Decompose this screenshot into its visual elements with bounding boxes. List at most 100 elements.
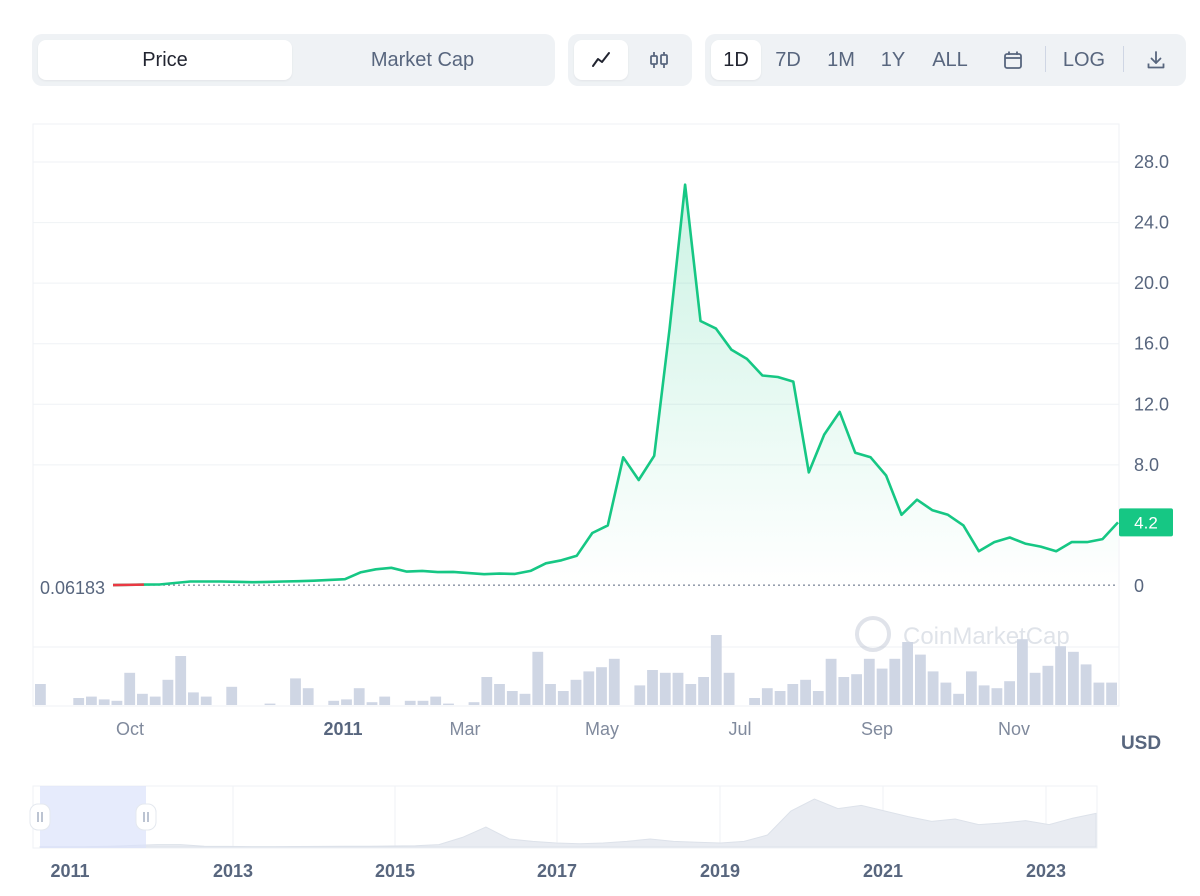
volume-bar: [557, 691, 569, 705]
watermark: CoinMarketCap: [855, 616, 1070, 652]
x-tick-label: May: [585, 719, 619, 739]
volume-bar: [162, 679, 174, 705]
navigator-x-tick-label: 2023: [1026, 861, 1066, 881]
navigator-handle-left[interactable]: [29, 803, 51, 831]
volume-bar: [915, 654, 926, 705]
volume-bar: [774, 691, 786, 705]
volume-bar: [506, 691, 518, 705]
x-tick-label: Oct: [116, 719, 144, 739]
volume-bar: [353, 688, 365, 705]
volume-bar: [761, 688, 773, 705]
navigator-x-tick-label: 2013: [213, 861, 253, 881]
volume-bar: [1029, 672, 1041, 705]
volume-bar: [98, 699, 110, 705]
x-tick-label: Nov: [998, 719, 1030, 739]
volume-bar: [175, 656, 187, 705]
volume-bar: [200, 696, 212, 705]
volume-bar: [86, 696, 97, 705]
volume-bar: [519, 693, 531, 705]
volume-bar: [290, 678, 301, 705]
y-tick-label: 0: [1134, 576, 1144, 596]
volume-bar: [672, 672, 684, 705]
volume-bar: [137, 693, 148, 705]
volume-bar: [1106, 682, 1117, 705]
navigator-x-tick-label: 2021: [863, 861, 903, 881]
volume-bar: [940, 682, 952, 705]
volume-bar: [73, 698, 85, 705]
volume-bar: [812, 691, 824, 705]
volume-bar: [825, 658, 837, 705]
volume-bar: [583, 671, 595, 705]
navigator-x-tick-label: 2011: [50, 861, 89, 881]
volume-bar: [876, 668, 888, 705]
navigator-x-tick-label: 2019: [700, 861, 740, 881]
volume-bar: [634, 685, 646, 705]
volume-bar: [953, 693, 964, 705]
y-tick-label: 8.0: [1134, 455, 1159, 475]
volume-bar: [570, 679, 582, 705]
price-chart[interactable]: CoinMarketCap 28.0 24.0 20.0 16.0 12.0 8.0 0 O…: [0, 0, 1200, 896]
volume-bar: [1017, 639, 1028, 705]
navigator-handle-right[interactable]: [135, 803, 157, 831]
volume-bar: [404, 700, 416, 705]
y-tick-label: 24.0: [1134, 213, 1169, 233]
navigator-x-tick-label: 2015: [375, 861, 415, 881]
volume-bar: [149, 696, 161, 705]
price-area: [113, 184, 1118, 586]
volume-bar: [991, 688, 1003, 705]
volume-bar: [698, 677, 709, 705]
volume-bar: [851, 674, 862, 705]
volume-bar: [35, 684, 46, 705]
volume-bar: [302, 688, 314, 705]
volume-bar: [366, 702, 378, 705]
volume-bar: [749, 698, 760, 705]
y-tick-label: 12.0: [1134, 394, 1169, 414]
volume-bar: [787, 684, 799, 705]
navigator-series: [39, 798, 1097, 848]
watermark-text: CoinMarketCap: [903, 623, 1070, 650]
volume-bar: [328, 700, 340, 705]
volume-bar: [838, 677, 850, 705]
volume-bar: [902, 642, 913, 705]
y-tick-label: 20.0: [1134, 273, 1169, 293]
x-tick-label: Jul: [728, 719, 751, 739]
volume-bar: [889, 658, 901, 705]
volume-bar: [596, 667, 607, 705]
volume-bar: [443, 703, 454, 705]
volume-bar: [341, 699, 352, 705]
volume-bar: [494, 684, 505, 705]
volume-bar: [124, 672, 136, 705]
volume-bar: [226, 686, 238, 705]
x-tick-label: Sep: [861, 719, 893, 739]
volume-bar: [800, 679, 811, 705]
volume-bar: [264, 703, 276, 705]
volume-bar: [710, 635, 722, 705]
x-tick-label: Mar: [450, 719, 481, 739]
volume-bar: [481, 677, 493, 705]
volume-bar: [966, 671, 977, 705]
volume-bar: [417, 700, 429, 705]
start-price-label: 0.06183: [40, 578, 105, 598]
volume-bar: [1004, 681, 1015, 705]
volume-bar: [111, 700, 123, 705]
volume-bar: [608, 658, 620, 705]
volume-bar: [1042, 665, 1054, 705]
navigator-selection[interactable]: [40, 786, 146, 848]
x-tick-label: 2011: [323, 719, 362, 739]
volume-bar: [863, 658, 875, 705]
volume-bar: [647, 670, 658, 705]
volume-bar: [468, 702, 480, 705]
volume-bar: [1055, 646, 1066, 705]
volume-bar: [430, 696, 442, 705]
volume-bar: [723, 672, 735, 705]
volume-bar: [1080, 664, 1092, 705]
plot-frame: [32, 123, 1120, 707]
volume-bar: [927, 671, 939, 705]
volume-bar: [659, 672, 671, 705]
current-price-label: 4.2: [1134, 513, 1158, 532]
volume-bar: [685, 684, 697, 705]
currency-label: USD: [1121, 733, 1161, 754]
volume-bar: [545, 684, 556, 705]
navigator-x-tick-label: 2017: [537, 861, 577, 881]
y-tick-label: 16.0: [1134, 334, 1169, 354]
